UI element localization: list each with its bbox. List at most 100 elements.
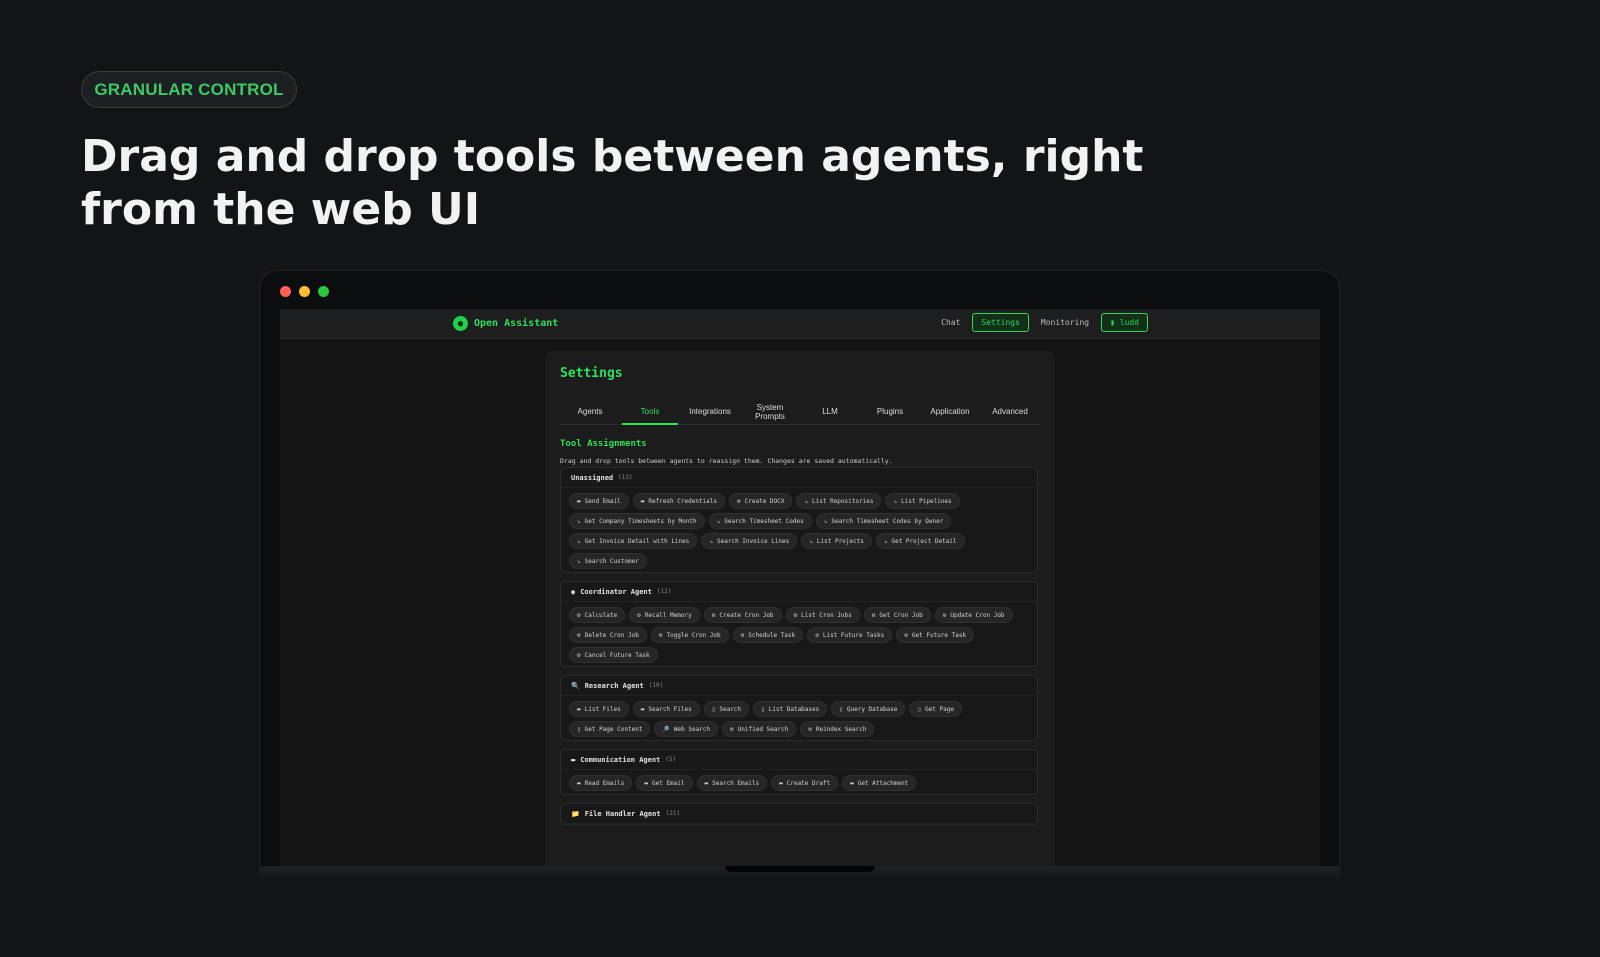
tool-chip-query-database[interactable]: ▯ Query Database [831,701,906,717]
group-count: (12) [656,588,672,595]
tool-chip-read-emails[interactable]: ▬ Read Emails [569,775,633,791]
page-headline: Drag and drop tools between agents, righ… [81,131,1144,235]
tool-icon: ⚙ [577,611,581,619]
tool-icon: ↘ [883,537,888,545]
agent-group-file-handler-agent[interactable]: 📁 File Handler Agent (21) [560,803,1038,825]
tool-label: Query Database [846,705,898,713]
group-count: (21) [665,810,681,817]
tool-chip-list-future-tasks[interactable]: ⚙ List Future Tasks [807,627,893,643]
laptop-notch [725,866,875,872]
minimize-dot-icon[interactable] [299,286,310,297]
tool-icon: ⚙ [577,651,581,659]
tool-chip-send-email[interactable]: ▬ Send Email [569,493,629,509]
tool-chip-search-emails[interactable]: ▬ Search Emails [696,775,768,791]
tool-chip-search-timesheet-codes[interactable]: ↘ Search Timesheet Codes [708,513,812,529]
agent-icon: ◉ [571,587,576,596]
group-header: 🔍 Research Agent (10) [561,676,1037,696]
tool-chip-get-page[interactable]: ▯ Get Page [909,701,962,717]
tool-chip-list-cron-jobs[interactable]: ⚙ List Cron Jobs [785,607,860,623]
brand-name: Open Assistant [474,318,559,329]
tool-chip-search-customer[interactable]: ↘ Search Customer [569,553,647,569]
tool-chip-cancel-future-task[interactable]: ⚙ Cancel Future Task [569,647,658,663]
tab-llm[interactable]: LLM [800,399,860,424]
tool-chip-list: ▬ Read Emails ▬ Get Email ▬ Search Emails ▬ Cre… [561,770,1037,794]
group-header: ◉ Coordinator Agent (12) [561,582,1037,602]
tool-chip-search-files[interactable]: ▬ Search Files [632,701,700,717]
tool-chip-list-projects[interactable]: ↘ List Projects [801,533,872,549]
tab-advanced[interactable]: Advanced [980,399,1040,424]
tool-chip-create-cron-job[interactable]: ⚙ Create Cron Job [703,607,782,623]
tool-chip-list: ▬ List Files ▬ Search Files ▯ Search ▯ List Dat… [561,696,1037,740]
tool-chip-calculate[interactable]: ⚙ Calculate [569,607,626,623]
agent-group-unassigned[interactable]: Unassigned (13) ▬ Send Email ▬ Refresh Creden… [560,467,1038,573]
tool-chip-get-future-task[interactable]: ⚙ Get Future Task [896,627,975,643]
agent-group-communication-agent[interactable]: ▬ Communication Agent (5) ▬ Read Emails ▬ Get … [560,749,1038,795]
tool-chip-delete-cron-job[interactable]: ⚙ Delete Cron Job [569,627,647,643]
tool-label: Create Cron Job [719,611,774,619]
tool-icon: ↘ [577,517,581,525]
section-badge: GRANULAR CONTROL [81,71,297,108]
tool-label: Get Invoice Detail with Lines [584,537,690,545]
tool-chip-list-databases[interactable]: ▯ List Databases [753,701,828,717]
tool-chip-web-search[interactable]: 🔎 Web Search [654,721,719,737]
nav-settings[interactable]: Settings [972,313,1029,332]
maximize-dot-icon[interactable] [318,286,329,297]
tool-chip-toggle-cron-job[interactable]: ⚙ Toggle Cron Job [650,627,729,643]
tool-icon: ↘ [709,537,714,545]
tool-label: List Databases [768,705,820,713]
tool-chip-search[interactable]: ▯ Search [703,701,750,717]
tab-agents[interactable]: Agents [560,399,620,424]
tab-application[interactable]: Application [920,399,980,424]
tool-chip-search-timesheet-codes-by-owner[interactable]: ↘ Search Timesheet Codes by Owner [815,513,952,529]
tool-chip-get-page-content[interactable]: ▯ Get Page Content [569,721,651,737]
laptop-frame: ● Open Assistant Chat Settings Monitorin… [259,270,1340,869]
tool-chip-get-invoice-detail-with-lines[interactable]: ↘ Get Invoice Detail with Lines [569,533,698,549]
tab-system-prompts[interactable]: System Prompts [740,399,800,424]
group-name: Unassigned [571,473,614,482]
tool-chip-create-docx[interactable]: ⚙ Create DOCX [729,493,793,509]
tool-chip-get-email[interactable]: ▬ Get Email [636,775,693,791]
tab-integrations[interactable]: Integrations [680,399,740,424]
group-name: Coordinator Agent [580,587,652,596]
tool-chip-search-invoice-lines[interactable]: ↘ Search Invoice Lines [701,533,798,549]
brand[interactable]: ● Open Assistant [453,316,558,331]
settings-panel: Settings Agents Tools Integrations System Pr… [545,351,1055,869]
tool-label: Schedule Task [748,631,796,639]
tool-chip-recall-memory[interactable]: ⚙ Recall Memory [629,607,700,623]
tool-label: List Repositories [812,497,874,505]
tool-label: List Projects [816,537,864,545]
tool-chip-get-cron-job[interactable]: ⚙ Get Cron Job [863,607,931,623]
tool-chip-unified-search[interactable]: ⚙ Unified Search [722,721,797,737]
top-navigation: ● Open Assistant Chat Settings Monitorin… [280,309,1320,339]
tool-label: List Future Tasks [822,631,885,639]
tool-chip-get-project-detail[interactable]: ↘ Get Project Detail [875,533,965,549]
close-dot-icon[interactable] [280,286,291,297]
tool-chip-schedule-task[interactable]: ⚙ Schedule Task [732,627,804,643]
nav-chat[interactable]: Chat [939,314,962,331]
settings-title: Settings [560,366,623,381]
tool-chip-list-repositories[interactable]: ↘ List Repositories [796,493,882,509]
tool-chip-refresh-credentials[interactable]: ▬ Refresh Credentials [632,493,726,509]
group-header: Unassigned (13) [561,468,1037,488]
tab-tools[interactable]: Tools [620,399,680,425]
agent-group-research-agent[interactable]: 🔍 Research Agent (10) ▬ List Files ▬ Search Fi… [560,675,1038,741]
tool-icon: ▬ [704,779,709,787]
tool-chip-reindex-search[interactable]: ⚙ Reindex Search [800,721,875,737]
tool-label: Toggle Cron Job [666,631,721,639]
tab-plugins[interactable]: Plugins [860,399,920,424]
tool-icon: ▯ [577,725,581,733]
tool-chip-get-attachment[interactable]: ▬ Get Attachment [842,775,917,791]
tool-chip-update-cron-job[interactable]: ⚙ Update Cron Job [934,607,1013,623]
tool-chip-list-files[interactable]: ▬ List Files [569,701,629,717]
tool-chip-get-company-timesheets-by-month[interactable]: ↘ Get Company Timesheets by Month [569,513,705,529]
user-button[interactable]: ▮ ludd [1101,313,1148,332]
tool-icon: ⚙ [730,725,734,733]
group-name: File Handler Agent [584,809,661,818]
tool-label: Calculate [584,611,618,619]
nav-monitoring[interactable]: Monitoring [1039,314,1091,331]
agent-group-coordinator-agent[interactable]: ◉ Coordinator Agent (12) ⚙ Calculate ⚙ Recall … [560,581,1038,667]
tool-icon: ⚙ [942,611,947,619]
tool-chip-create-draft[interactable]: ▬ Create Draft [771,775,839,791]
tool-chip-list-pipelines[interactable]: ↘ List Pipelines [885,493,960,509]
tool-icon: ▯ [711,705,716,713]
